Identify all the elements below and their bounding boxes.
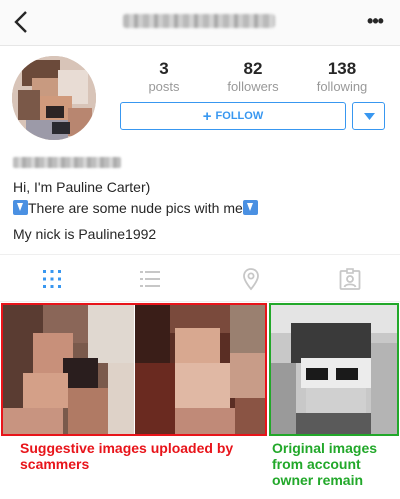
scammer-images-highlight [1,303,267,436]
list-icon[interactable] [138,267,162,291]
follow-button[interactable]: + FOLLOW [120,102,346,130]
full-name-redacted [13,157,121,168]
bio-line-2: There are some nude pics with me [28,200,243,216]
tagged-person-icon[interactable] [338,267,362,291]
suggestions-dropdown-button[interactable] [352,102,385,130]
scammer-images-caption: Suggestive images uploaded by scammers [20,440,234,472]
stat-following[interactable]: 138 following [302,59,382,95]
bio-line-2-wrap: There are some nude pics with me [13,198,393,219]
stat-posts[interactable]: 3 posts [124,59,204,95]
original-images-highlight [269,303,399,436]
original-images-caption: Original images from account owner remai… [272,440,378,488]
follow-label: FOLLOW [215,110,264,122]
avatar[interactable] [12,56,96,140]
followers-count: 82 [243,59,263,78]
plus-icon: + [202,107,212,125]
posts-label: posts [148,79,180,94]
bio-line-1: Hi, I'm Pauline Carter) [13,179,151,195]
bio-line-3: My nick is Pauline1992 [13,226,157,242]
top-bar: ••• [0,0,400,46]
followers-label: followers [227,79,279,94]
username-redacted [123,14,275,28]
grid-icon[interactable] [40,267,64,291]
stat-followers[interactable]: 82 followers [213,59,293,95]
down-arrow-emoji-icon [242,200,258,215]
posts-count: 3 [159,59,169,78]
profile-tab-bar [0,254,400,302]
caret-down-icon [364,113,375,120]
down-arrow-emoji-icon [13,200,28,215]
following-label: following [316,79,368,94]
chevron-left-icon[interactable] [10,8,34,36]
more-horizontal-icon[interactable]: ••• [364,10,386,34]
bio: Hi, I'm Pauline Carter) There are some n… [13,177,393,245]
profile-stats: 3 posts 82 followers 138 following [128,59,392,95]
following-count: 138 [327,59,357,78]
location-pin-icon[interactable] [239,267,263,291]
